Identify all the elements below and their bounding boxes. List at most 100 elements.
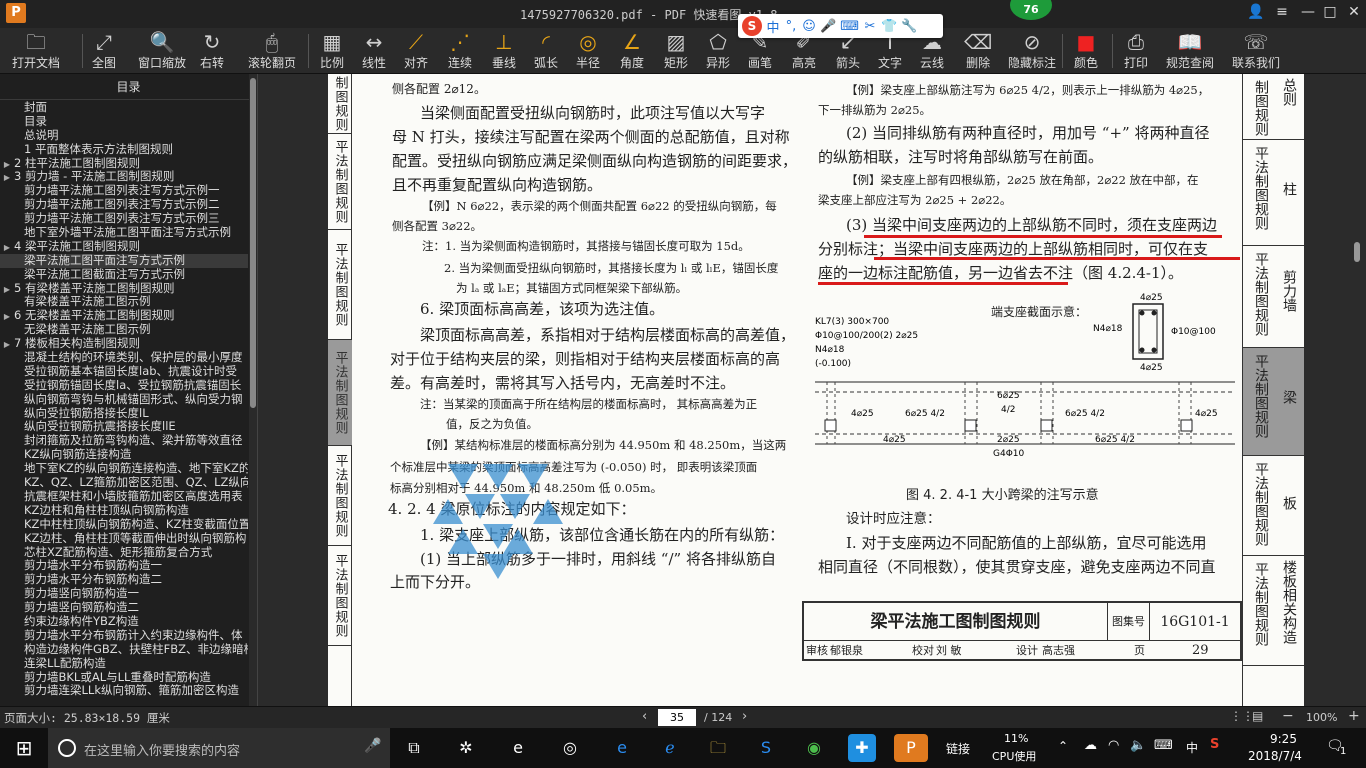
sogou-tray-icon[interactable]: S [1210,737,1219,752]
toc-item[interactable]: 剪力墙水平分布钢筋构造二 [0,573,248,587]
document-scroll-thumb[interactable] [1354,242,1360,262]
toc-item[interactable]: 梁平法施工图截面注写方式示例 [0,268,248,282]
ie-blue-icon[interactable]: ℯ [656,734,684,762]
edge-browser-icon[interactable]: e [608,734,636,762]
minimize-button[interactable]: — [1296,4,1320,20]
toc-item[interactable]: 混凝土结构的环境类别、保护层的最小厚度 [0,351,248,365]
clock-time[interactable]: 9:25 [1270,732,1297,746]
task-view-icon[interactable]: ⧉ [400,734,428,762]
ime-emoji-icon[interactable]: ☺ [802,19,816,34]
zoom-in-icon[interactable]: + [1348,708,1360,724]
toc-item[interactable]: ▶ 7 楼板相关构造制图规则 [0,337,248,351]
toolbar-irregular-button[interactable]: ⬠ 异形 [706,28,730,74]
page-number-input[interactable]: 35 [658,709,696,726]
file-explorer-icon[interactable]: 🗀 [704,734,732,762]
windows-start-icon[interactable]: ⊞ [0,728,48,768]
toc-item[interactable]: 纵向受拉钢筋抗震搭接长度llE [0,420,248,434]
performance-badge[interactable]: 76 [1010,0,1052,20]
toc-scroll-thumb[interactable] [250,78,256,408]
toc-item[interactable]: 目录 [0,115,248,129]
ime-voice-icon[interactable]: 🎤 [820,19,836,34]
tray-app-icon[interactable]: ☁ [1084,738,1097,753]
expand-arrow-icon[interactable]: ▶ [0,283,14,296]
toolbar-perpendicular-button[interactable]: ⊥ 垂线 [492,28,516,74]
link-label[interactable]: 链接 [946,740,970,757]
clock-date[interactable]: 2018/7/4 [1248,749,1302,763]
annotation-underline[interactable] [874,257,1240,260]
toc-item[interactable]: 剪力墙BKL或AL与LL重叠时配筋构造 [0,671,248,685]
toolbar-mouse-wheel-button[interactable]: 🖱 滚轮翻页 [248,28,296,74]
wifi-icon[interactable]: ◠ [1108,738,1119,753]
ime-lang-toggle[interactable]: 中 [766,17,780,36]
toolbar-linear-button[interactable]: ↔ 线性 [362,28,386,74]
toc-item[interactable]: KZ、QZ、LZ箍筋加密区范围、QZ、LZ纵向钢 [0,476,248,490]
toc-item[interactable]: 纵向钢筋弯钩与机械锚固形式、纵向受力钢 [0,393,248,407]
expand-arrow-icon[interactable]: ▶ [0,158,14,171]
toolbar-scale-button[interactable]: ▦ 比例 [320,28,344,74]
toolbar-continuous-button[interactable]: ⋰ 连续 [448,28,472,74]
toc-item[interactable]: 受拉钢筋基本锚固长度lab、抗震设计时受 [0,365,248,379]
toc-item[interactable]: 剪力墙平法施工图列表注写方式示例三 [0,212,248,226]
toolbar-angle-button[interactable]: ∠ 角度 [620,28,644,74]
toolbar-color-button[interactable]: ■ 颜色 [1074,28,1098,74]
ime-settings-icon[interactable]: 🔧 [901,19,917,34]
ime-skin-icon[interactable]: 👕 [881,19,897,34]
green-app-icon[interactable]: ◉ [800,734,828,762]
blue-app-icon[interactable]: ✚ [848,734,876,762]
toc-item[interactable]: 连梁LL配筋构造 [0,657,248,671]
toc-item[interactable]: 约束边缘构件YBZ构造 [0,615,248,629]
toc-item[interactable]: 地下室外墙平法施工图平面注写方式示例 [0,226,248,240]
ime-scissor-icon[interactable]: ✂ [863,19,877,34]
toc-item[interactable]: 抗震框架柱和小墙肢箍筋加密区高度选用表 [0,490,248,504]
toolbar-contact-button[interactable]: ☏ 联系我们 [1232,28,1280,74]
toolbar-rectangle-button[interactable]: ▨ 矩形 [664,28,688,74]
toolbar-radius-button[interactable]: ◎ 半径 [576,28,600,74]
prev-page-icon[interactable]: ‹ [642,709,647,724]
document-scrollbar[interactable] [1352,74,1362,706]
toc-item[interactable]: 地下室KZ的纵向钢筋连接构造、地下室KZ的 [0,462,248,476]
toc-item[interactable]: 剪力墙竖向钢筋构造二 [0,601,248,615]
toc-item[interactable]: 剪力墙平法施工图列表注写方式示例一 [0,184,248,198]
expand-arrow-icon[interactable]: ▶ [0,338,14,351]
toolbar-print-button[interactable]: ⎙ 打印 [1124,28,1148,74]
toc-item[interactable]: 纵向受拉钢筋搭接长度lL [0,407,248,421]
network-app-icon[interactable]: ◎ [556,734,584,762]
pdf-viewer-taskbar-icon[interactable]: P [894,734,928,762]
toc-item[interactable]: KZ中柱柱顶纵向钢筋构造、KZ柱变截面位置 [0,518,248,532]
toolbar-align-button[interactable]: ⟋ 对齐 [404,28,428,74]
user-icon[interactable]: 👤 [1244,4,1268,20]
toc-item[interactable]: KZ纵向钢筋连接构造 [0,448,248,462]
toc-item[interactable]: 剪力墙连梁LLk纵向钢筋、箍筋加密区构造 [0,684,248,698]
toc-item[interactable]: 有梁楼盖平法施工图示例 [0,295,248,309]
toolbar-book-button[interactable]: 📖 规范查阅 [1166,28,1214,74]
toc-item[interactable]: KZ边柱和角柱柱顶纵向钢筋构造 [0,504,248,518]
volume-icon[interactable]: 🔈 [1130,738,1146,753]
toc-item[interactable]: 受拉钢筋锚固长度la、受拉钢筋抗震锚固长 [0,379,248,393]
zoom-level[interactable]: 100% [1306,711,1337,724]
expand-arrow-icon[interactable]: ▶ [0,310,14,323]
menu-icon[interactable]: ≡ [1270,4,1294,20]
toc-item[interactable]: 无梁楼盖平法施工图示例 [0,323,248,337]
toc-item[interactable]: 剪力墙平法施工图列表注写方式示例二 [0,198,248,212]
toolbar-fullview-button[interactable]: ⤢ 全图 [92,28,116,74]
toc-item[interactable]: 剪力墙水平分布钢筋构造一 [0,559,248,573]
toc-item[interactable]: 剪力墙水平分布钢筋计入约束边缘构件、体 [0,629,248,643]
single-page-icon[interactable]: ⋮⋮ [1230,709,1254,723]
tray-expand-icon[interactable]: ⌃ [1058,739,1068,753]
toc-item[interactable]: ▶ 2 柱平法施工图制图规则 [0,157,248,171]
toc-item[interactable]: 构造边缘构件GBZ、扶壁柱FBZ、非边缘暗柱 [0,643,248,657]
toc-item[interactable]: 剪力墙竖向钢筋构造一 [0,587,248,601]
close-button[interactable]: ✕ [1342,4,1366,20]
toc-scrollbar[interactable] [249,74,257,706]
toolbar-eraser-button[interactable]: ⌫ 删除 [964,28,992,74]
continuous-page-icon[interactable]: ▤ [1252,709,1263,723]
ime-punct-icon[interactable]: °, [784,19,798,34]
toc-item[interactable]: 芯柱XZ配筋构造、矩形箍筋复合方式 [0,546,248,560]
maximize-button[interactable]: □ [1318,4,1342,20]
toolbar-rotate-right-button[interactable]: ↻ 右转 [200,28,224,74]
toc-item[interactable]: ▶ 4 梁平法施工图制图规则 [0,240,248,254]
keyboard-tray-icon[interactable]: ⌨ [1154,738,1173,753]
toolbar-hide-annotation-button[interactable]: ⊘ 隐藏标注 [1008,28,1056,74]
sogou-app-icon[interactable]: S [752,734,780,762]
ie-browser-icon[interactable]: e [504,734,532,762]
